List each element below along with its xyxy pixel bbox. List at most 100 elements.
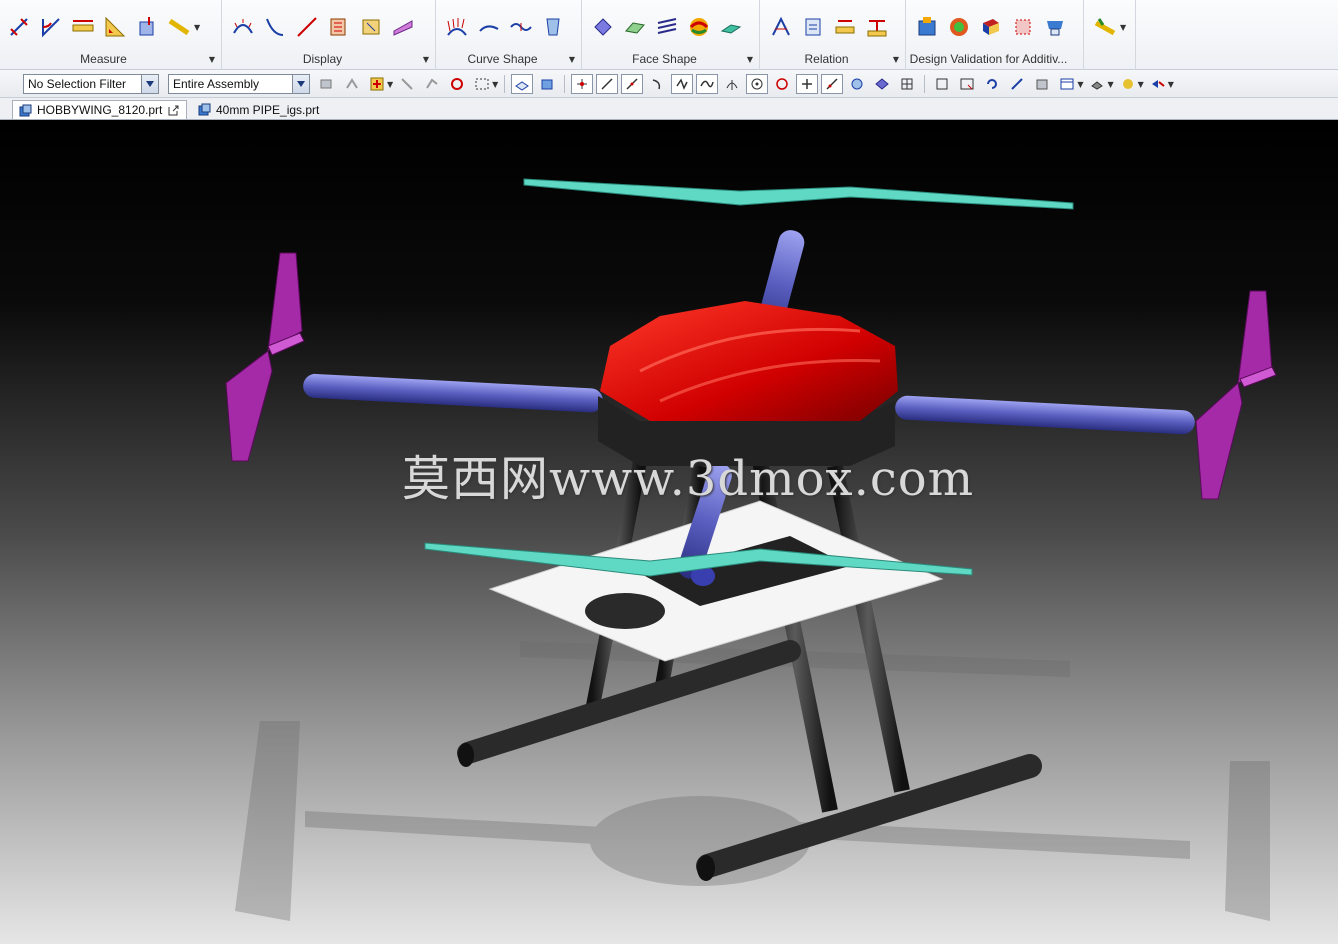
- more-tools-dropdown[interactable]: ▼: [1120, 23, 1126, 32]
- ribbon-group-measure: ▼ Measure ▼: [0, 0, 222, 70]
- select-components-icon[interactable]: [341, 74, 363, 94]
- line-icon[interactable]: [294, 12, 320, 42]
- curve-comb-shape-icon[interactable]: [444, 12, 470, 42]
- chevron-down-icon[interactable]: [292, 75, 309, 93]
- am-overhang-icon[interactable]: [978, 12, 1004, 42]
- snap-quadrant-icon[interactable]: [771, 74, 793, 94]
- chevron-down-icon[interactable]: ▼: [569, 55, 575, 64]
- render-style-dropdown[interactable]: ▼: [1077, 80, 1083, 89]
- add-selection-dropdown[interactable]: ▼: [387, 80, 393, 89]
- lighting-dropdown[interactable]: ▼: [1138, 80, 1144, 89]
- ribbon-group-design-validation: Design Validation for Additiv...: [908, 0, 1084, 70]
- measure-angle-icon[interactable]: [38, 12, 64, 42]
- chevron-down-icon[interactable]: ▼: [893, 55, 899, 64]
- ribbon-toolbar: ▼ Measure ▼ Display ▼ Curve Shape ▼ Face…: [0, 0, 1338, 70]
- snap-line-icon[interactable]: [596, 74, 619, 94]
- snap-face-icon[interactable]: [846, 74, 868, 94]
- am-part-icon[interactable]: [914, 12, 940, 42]
- measure-area-icon[interactable]: [102, 12, 128, 42]
- select-body-icon[interactable]: [511, 74, 534, 94]
- visibility-icon[interactable]: [1147, 74, 1169, 94]
- edit-section-icon[interactable]: [1086, 74, 1108, 94]
- right-propeller: [1195, 290, 1277, 500]
- ribbon-group-relation: Relation ▼: [762, 0, 906, 70]
- tab-label: 40mm PIPE_igs.prt: [216, 102, 320, 117]
- selection-filter-dropdown[interactable]: No Selection Filter: [23, 74, 159, 94]
- snap-arc-icon[interactable]: [646, 74, 668, 94]
- add-selection-icon[interactable]: [366, 74, 388, 94]
- ribbon-group-label: Display: [302, 52, 343, 66]
- inflection-icon[interactable]: [508, 12, 534, 42]
- curve-curvature-icon[interactable]: [230, 12, 256, 42]
- am-support-icon[interactable]: [1010, 12, 1036, 42]
- slope-icon[interactable]: [718, 12, 744, 42]
- rotate-icon[interactable]: [981, 74, 1003, 94]
- face-radius-icon[interactable]: [590, 12, 616, 42]
- reflection-icon[interactable]: [654, 12, 680, 42]
- deviation-gauge-icon[interactable]: [768, 12, 794, 42]
- measure-body-icon[interactable]: [134, 12, 160, 42]
- tab-hobbywing-part[interactable]: HOBBYWING_8120.prt: [12, 100, 188, 119]
- measure-distance-icon[interactable]: [6, 12, 32, 42]
- more-tools-icon[interactable]: [1092, 12, 1118, 42]
- curve-analysis-icon[interactable]: [540, 12, 566, 42]
- snap-midpoint-icon[interactable]: [621, 74, 644, 94]
- snap-tangent-icon[interactable]: [821, 74, 844, 94]
- distance-relation-icon[interactable]: [800, 12, 826, 42]
- rectangle-select-dropdown[interactable]: ▼: [492, 80, 498, 89]
- deselect-icon[interactable]: [396, 74, 418, 94]
- fit-view-icon[interactable]: [931, 74, 953, 94]
- zoom-icon[interactable]: [956, 74, 978, 94]
- face-analysis-icon[interactable]: [358, 12, 384, 42]
- rectangle-select-icon[interactable]: [471, 74, 493, 94]
- edit-section-dropdown[interactable]: ▼: [1107, 80, 1113, 89]
- watermark-text: 莫西网www.3dmox.com: [402, 451, 975, 507]
- select-edge-icon[interactable]: [421, 74, 443, 94]
- graphics-viewport[interactable]: 莫西网www.3dmox.com: [0, 121, 1338, 944]
- ruler-icon[interactable]: [166, 12, 192, 42]
- snap-endpoint-icon[interactable]: [571, 74, 594, 94]
- draft-analysis-icon[interactable]: [390, 12, 416, 42]
- render-style-icon[interactable]: [1056, 74, 1078, 94]
- chevron-down-icon[interactable]: ▼: [209, 55, 215, 64]
- measure-length-icon[interactable]: [70, 12, 96, 42]
- snap-curve-icon[interactable]: [696, 74, 719, 94]
- selection-bar: No Selection Filter Entire Assembly ▼ ▼: [0, 70, 1338, 98]
- tab-pipe-part[interactable]: 40mm PIPE_igs.prt: [192, 100, 325, 119]
- gap-icon[interactable]: [832, 12, 858, 42]
- external-link-icon[interactable]: [167, 104, 180, 117]
- left-arm: [303, 373, 603, 413]
- selection-tools: ▼ ▼ ▼ ▼ ▼ ▼: [316, 74, 1174, 94]
- snap-perpendicular-icon[interactable]: [721, 74, 743, 94]
- am-print-icon[interactable]: [1042, 12, 1068, 42]
- snap-center-icon[interactable]: [746, 74, 769, 94]
- select-solid-icon[interactable]: [536, 74, 558, 94]
- ribbon-group-label: Design Validation for Additiv...: [909, 52, 1068, 66]
- snap-point-icon[interactable]: [796, 74, 819, 94]
- snap-intersection-icon[interactable]: [671, 74, 694, 94]
- curve-comb-icon[interactable]: [262, 12, 288, 42]
- ribbon-group-face-shape: Face Shape ▼: [584, 0, 760, 70]
- lighting-icon[interactable]: [1117, 74, 1139, 94]
- snap-grid-icon[interactable]: [896, 74, 918, 94]
- select-features-icon[interactable]: [316, 74, 338, 94]
- section-analysis-icon[interactable]: [326, 12, 352, 42]
- face-curvature-icon[interactable]: [686, 12, 712, 42]
- snap-bounded-icon[interactable]: [871, 74, 893, 94]
- am-thickness-icon[interactable]: [946, 12, 972, 42]
- toolbar-separator: [564, 75, 566, 93]
- measure-more-dropdown[interactable]: ▼: [194, 23, 200, 32]
- clearance-icon[interactable]: [864, 12, 890, 42]
- orient-view-icon[interactable]: [1031, 74, 1053, 94]
- pan-icon[interactable]: [1006, 74, 1028, 94]
- select-by-region-icon[interactable]: [446, 74, 468, 94]
- selection-scope-dropdown[interactable]: Entire Assembly: [168, 74, 310, 94]
- part-file-icon: [19, 104, 32, 116]
- curve-peak-icon[interactable]: [476, 12, 502, 42]
- chevron-down-icon[interactable]: ▼: [747, 55, 753, 64]
- face-normal-icon[interactable]: [622, 12, 648, 42]
- chevron-down-icon[interactable]: [141, 75, 158, 93]
- visibility-dropdown[interactable]: ▼: [1168, 80, 1174, 89]
- chevron-down-icon[interactable]: ▼: [423, 55, 429, 64]
- ribbon-group-label: Relation: [804, 52, 849, 66]
